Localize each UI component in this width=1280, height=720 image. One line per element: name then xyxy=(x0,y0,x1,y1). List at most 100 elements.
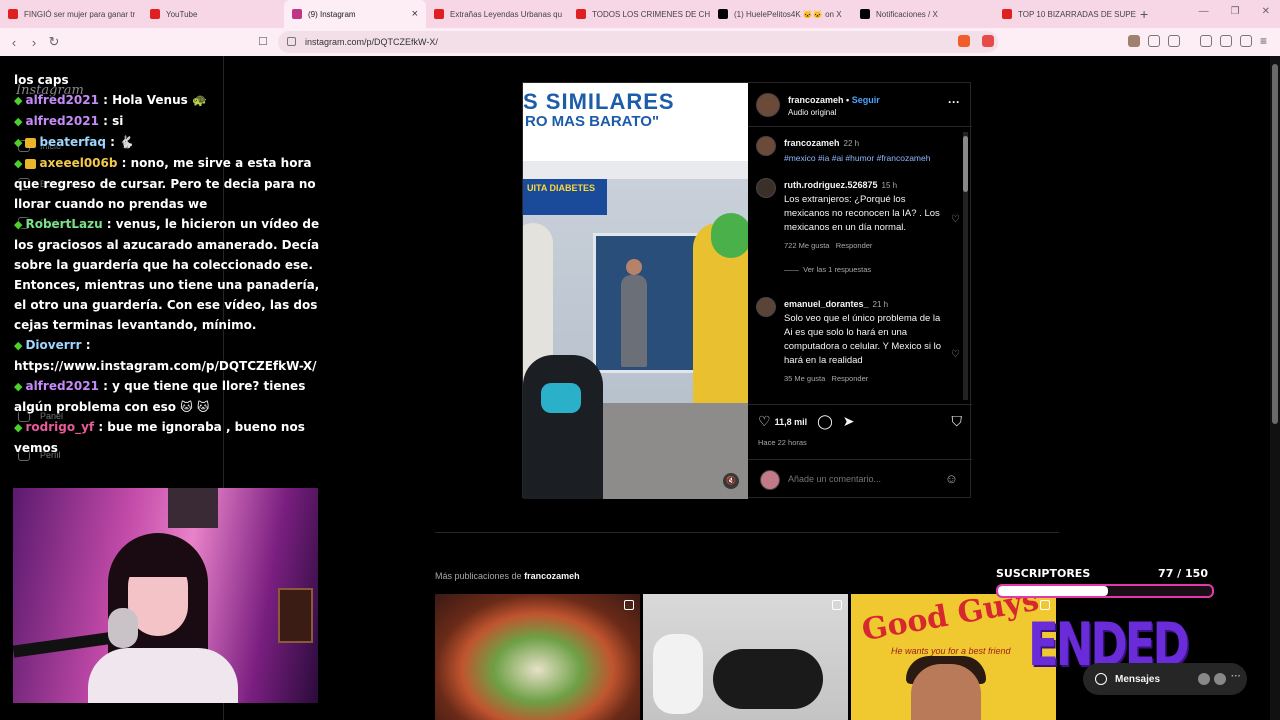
chat-gem-icon: ◆ xyxy=(14,136,23,149)
reply-button[interactable]: Responder xyxy=(836,241,873,250)
chat-username: Dioverrr xyxy=(25,338,82,352)
puzzle-icon[interactable] xyxy=(1148,35,1160,47)
post-footer: ♡ 11,8 mil ◯ ➤ ⛉ Hace 22 horas ☺ xyxy=(748,404,972,499)
section-divider xyxy=(435,532,1059,533)
tab-favicon-icon xyxy=(860,9,870,19)
close-window-button[interactable]: ✕ xyxy=(1262,6,1270,17)
comments-list: francozameh 22 h #mexico #ia #ai #humor #… xyxy=(748,128,972,404)
more-posts-author[interactable]: francozameh xyxy=(524,571,580,581)
browser-tab[interactable]: YouTube xyxy=(142,0,284,28)
view-replies-button[interactable]: Ver las 1 respuestas xyxy=(803,265,871,274)
browser-tab[interactable]: TODOS LOS CRIMENES DE CH xyxy=(568,0,710,28)
chat-message: los caps xyxy=(14,70,324,90)
chat-message: ◆ alfred2021 : y que tiene que llore? tie… xyxy=(14,379,306,414)
page-scrollbar[interactable] xyxy=(1270,56,1280,720)
browser-tab[interactable]: (9) Instagram × xyxy=(284,0,426,28)
comment-text: Los extranjeros: ¿Porqué los mexicanos n… xyxy=(784,194,940,233)
save-icon[interactable]: ⛉ xyxy=(952,413,963,430)
like-icon[interactable]: ♡ xyxy=(758,413,771,430)
address-bar-row: ‹ › ↻ ☐ instagram.com/p/DQTCZEfkW-X/ ≡ xyxy=(0,28,1280,56)
author-avatar[interactable] xyxy=(756,136,776,156)
more-options-icon[interactable]: ··· xyxy=(948,95,960,109)
brave-shield-icon[interactable] xyxy=(958,35,970,47)
chat-text: https://www.instagram.com/p/DQTCZEfkW-X/ xyxy=(14,359,317,373)
browser-tab[interactable]: Extrañas Leyendas Urbanas qu xyxy=(426,0,568,28)
back-button[interactable]: ‹ xyxy=(4,35,24,50)
post-time: Hace 22 horas xyxy=(758,438,807,447)
forward-button[interactable]: › xyxy=(24,35,44,50)
chat-gem-icon: ◆ xyxy=(14,339,23,352)
close-tab-icon[interactable]: × xyxy=(412,8,418,20)
post-thumbnail[interactable] xyxy=(435,594,640,720)
speaker-muted-icon[interactable]: 🔇 xyxy=(723,473,739,489)
maximize-button[interactable]: ❐ xyxy=(1231,6,1240,17)
chat-username: axeeel006b xyxy=(39,156,118,170)
chat-gem-icon: ◆ xyxy=(14,218,23,231)
messages-button[interactable]: Mensajes ··· xyxy=(1083,663,1247,695)
browser-tab[interactable]: Notificaciones / X xyxy=(852,0,994,28)
menu-icon[interactable]: ≡ xyxy=(1260,34,1267,48)
post-video[interactable]: S SIMILARES RO MAS BARATO" UITA DIABETES… xyxy=(523,83,748,499)
rewards-icon[interactable] xyxy=(982,35,994,47)
comment-icon[interactable]: ◯ xyxy=(817,413,833,430)
browser-tab[interactable]: (1) HuelePelitos4K 🐱🐱 on X xyxy=(710,0,852,28)
browser-tab[interactable]: TOP 10 BIZARRADAS DE SUPE xyxy=(994,0,1136,28)
url-field[interactable]: instagram.com/p/DQTCZEfkW-X/ xyxy=(278,31,998,53)
my-avatar xyxy=(760,470,780,490)
minimize-button[interactable]: — xyxy=(1199,6,1209,17)
subscriber-badge-icon xyxy=(25,137,37,148)
pharmacy-sign: S SIMILARES RO MAS BARATO" xyxy=(523,83,748,161)
follow-button[interactable]: Seguir xyxy=(852,95,880,105)
author-avatar[interactable] xyxy=(756,93,780,117)
reel-icon xyxy=(624,600,634,610)
likes-count[interactable]: 11,8 mil xyxy=(775,417,808,427)
store-door xyxy=(593,233,703,373)
tab-favicon-icon xyxy=(718,9,728,19)
comment-input[interactable] xyxy=(788,474,928,484)
post-header: francozameh • Seguir Audio original ··· xyxy=(748,83,972,127)
chat-message: ◆ rodrigo_yf : bue me ignoraba , bueno no… xyxy=(14,420,305,455)
post-thumbnail[interactable]: Good Guys He wants you for a best friend xyxy=(851,594,1056,720)
chat-text: los caps xyxy=(14,73,69,87)
post-side-panel: francozameh • Seguir Audio original ··· … xyxy=(748,83,972,499)
music-icon[interactable] xyxy=(1200,35,1212,47)
extension-icon[interactable] xyxy=(1128,35,1140,47)
add-comment-bar: ☺ xyxy=(748,459,972,499)
chat-username: alfred2021 xyxy=(25,379,99,393)
more-posts-heading: Más publicaciones de francozameh xyxy=(435,571,580,581)
webcam-feed xyxy=(13,488,318,703)
site-info-icon[interactable] xyxy=(287,37,296,46)
tab-favicon-icon xyxy=(292,9,302,19)
commenter-avatar[interactable] xyxy=(756,297,776,317)
wallet-icon[interactable] xyxy=(1220,35,1232,47)
tab-favicon-icon xyxy=(434,9,444,19)
share-icon[interactable]: ➤ xyxy=(843,413,855,430)
reel-icon xyxy=(1040,600,1050,610)
audio-label[interactable]: Audio original xyxy=(788,108,836,117)
post-thumbnail[interactable] xyxy=(643,594,848,720)
new-tab-button[interactable]: + xyxy=(1140,6,1148,22)
chat-gem-icon: ◆ xyxy=(14,380,23,393)
emoji-icon[interactable]: ☺ xyxy=(945,471,958,486)
comments-scrollbar[interactable] xyxy=(963,132,968,400)
subscriber-badge-icon xyxy=(25,158,37,169)
comment-likes[interactable]: 722 Me gusta xyxy=(784,241,829,250)
url-text: instagram.com/p/DQTCZEfkW-X/ xyxy=(305,37,438,47)
reply-button[interactable]: Responder xyxy=(832,374,869,383)
leo-ai-icon[interactable] xyxy=(1240,35,1252,47)
comment-likes[interactable]: 35 Me gusta xyxy=(784,374,825,383)
caption-hashtags[interactable]: #mexico #ia #ai #humor #francozameh xyxy=(784,153,930,163)
bookmark-page-icon[interactable]: ☐ xyxy=(258,35,268,48)
tab-favicon-icon xyxy=(8,9,18,19)
chat-username: rodrigo_yf xyxy=(25,420,95,434)
author-username[interactable]: francozameh xyxy=(788,95,844,105)
reload-button[interactable]: ↻ xyxy=(44,34,64,50)
sidebar-icon[interactable] xyxy=(1168,35,1180,47)
chat-message: ◆ alfred2021 : Hola Venus 🐢 xyxy=(14,93,207,107)
chat-text: Hola Venus 🐢 xyxy=(112,93,207,107)
like-comment-icon[interactable]: ♡ xyxy=(951,349,960,360)
like-comment-icon[interactable]: ♡ xyxy=(951,214,960,225)
instagram-post: S SIMILARES RO MAS BARATO" UITA DIABETES… xyxy=(522,82,972,499)
browser-tab[interactable]: FINGIÓ ser mujer para ganar tr xyxy=(0,0,142,28)
commenter-avatar[interactable] xyxy=(756,178,776,198)
